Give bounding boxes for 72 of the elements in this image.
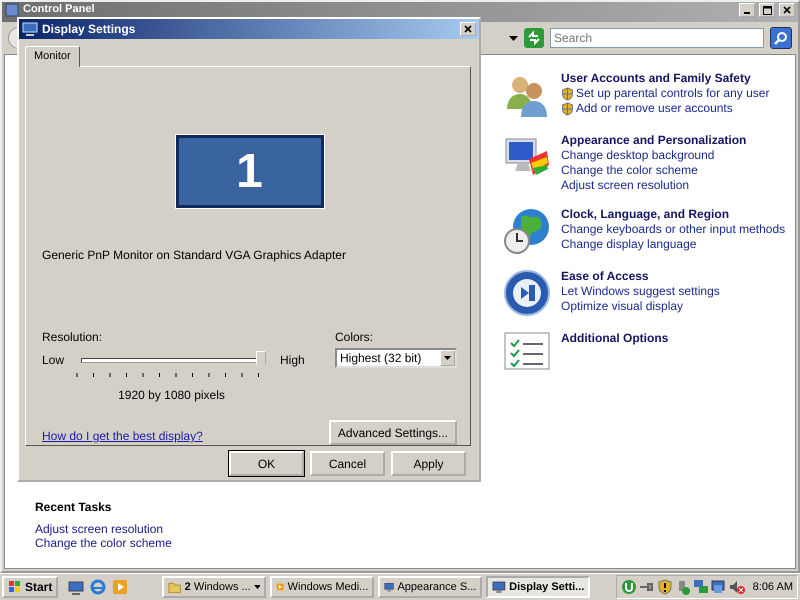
taskbar-button[interactable]: Appearance S...: [378, 576, 482, 598]
category-link[interactable]: Add or remove user accounts: [576, 101, 733, 116]
category-link[interactable]: Change the color scheme: [561, 163, 698, 178]
windows-flag-icon: [8, 580, 22, 594]
network-monitor-icon[interactable]: [710, 579, 727, 595]
recent-tasks-heading: Recent Tasks: [35, 500, 112, 514]
dialog-title: Display Settings: [42, 22, 136, 36]
dialog-button[interactable]: OK: [229, 451, 304, 476]
close-icon: [464, 25, 472, 33]
help-link[interactable]: How do I get the best display?: [42, 429, 203, 443]
monitor-name: Generic PnP Monitor on Standard VGA Graphics Adapter: [42, 248, 346, 262]
tab[interactable]: Monitor: [25, 46, 80, 67]
category-title[interactable]: User Accounts and Family Safety: [561, 71, 751, 85]
dialog-button[interactable]: Cancel: [310, 451, 385, 476]
colors-label: Colors:: [335, 330, 374, 344]
desktop-icon[interactable]: [68, 579, 84, 595]
resolution-slider[interactable]: [78, 350, 266, 370]
high-label: High: [280, 353, 305, 367]
category-link[interactable]: Change display language: [561, 237, 696, 252]
category-title[interactable]: Appearance and Personalization: [561, 133, 746, 147]
control-panel-icon: [5, 3, 19, 17]
start-button[interactable]: Start: [2, 576, 58, 598]
category-title[interactable]: Ease of Access: [561, 269, 649, 283]
advanced-settings-button[interactable]: Advanced Settings...: [328, 420, 457, 445]
recent-task-link[interactable]: Change the color scheme: [35, 536, 172, 550]
dialog-button[interactable]: Apply: [391, 451, 466, 476]
category-link[interactable]: Change desktop background: [561, 148, 714, 163]
resolution-label: Resolution:: [42, 330, 102, 344]
monitor-tile[interactable]: 1: [176, 135, 324, 208]
refresh-icon[interactable]: [524, 28, 544, 48]
warning-shield-icon[interactable]: [656, 579, 673, 595]
category-link[interactable]: Adjust screen resolution: [561, 178, 690, 193]
slider-thumb[interactable]: [256, 351, 266, 369]
folder-icon: [168, 580, 182, 594]
monitor-icon: [384, 580, 394, 594]
display-icon: [22, 22, 38, 36]
close-button[interactable]: [460, 22, 476, 36]
resolution-reading: 1920 by 1080 pixels: [118, 388, 225, 402]
category-title[interactable]: Clock, Language, and Region: [561, 207, 730, 221]
browser-icon[interactable]: [90, 579, 106, 595]
maximize-icon: [762, 6, 772, 14]
window-title: Control Panel: [23, 3, 96, 16]
close-button[interactable]: [779, 3, 795, 17]
close-icon: [783, 6, 791, 14]
taskbar-button[interactable]: 2 Windows ...: [162, 576, 266, 598]
search-icon: [774, 31, 788, 45]
ease-of-access-icon: [503, 269, 551, 317]
taskbar-button[interactable]: Windows Medi...: [270, 576, 374, 598]
torrent-icon[interactable]: [620, 579, 637, 595]
colors-dropdown[interactable]: Highest (32 bit): [335, 348, 457, 368]
category-link[interactable]: Set up parental controls for any user: [576, 86, 770, 101]
shield-icon: [561, 102, 574, 116]
category-link[interactable]: Let Windows suggest settings: [561, 284, 720, 299]
category-link[interactable]: Change keyboards or other input methods: [561, 222, 786, 237]
shield-icon: [561, 86, 574, 100]
taskbar-button[interactable]: Display Setti...: [486, 576, 590, 598]
category-link[interactable]: Optimize visual display: [561, 299, 684, 314]
search-field[interactable]: Search: [550, 28, 764, 48]
maximize-button[interactable]: [759, 3, 775, 17]
globe-clock-icon: [503, 207, 551, 255]
search-button[interactable]: [770, 27, 792, 49]
caret-icon: [444, 356, 451, 360]
category-title[interactable]: Additional Options: [561, 331, 668, 345]
checklist-icon: [503, 331, 551, 371]
minimize-button[interactable]: [739, 3, 755, 17]
caret-icon: [254, 585, 260, 589]
dropdown-arrow-icon[interactable]: [509, 36, 518, 40]
clock: 8:06 AM: [752, 581, 793, 593]
low-label: Low: [42, 353, 64, 367]
muted-speaker-icon[interactable]: [728, 579, 745, 595]
recent-task-link[interactable]: Adjust screen resolution: [35, 522, 164, 536]
monitor-icon: [492, 580, 506, 594]
